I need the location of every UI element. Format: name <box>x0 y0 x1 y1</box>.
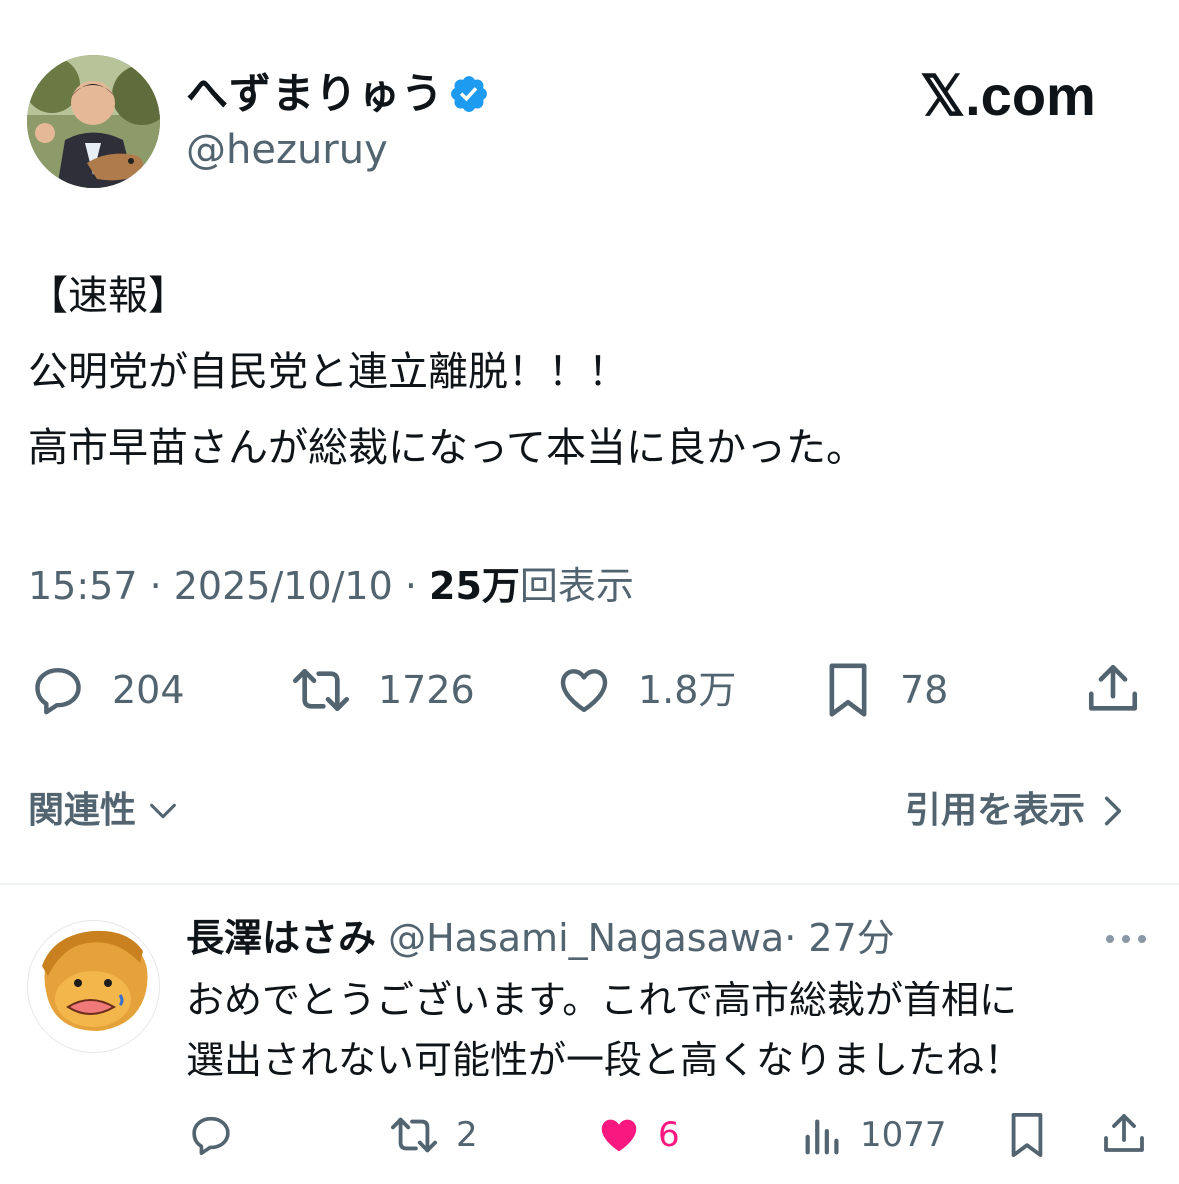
reply-count: 204 <box>112 668 185 712</box>
view-quotes-link[interactable]: 引用を表示 <box>905 785 1127 837</box>
brand-logo: 𝕏.com <box>920 64 1096 127</box>
chevron-right-icon <box>1104 796 1122 826</box>
reply-reply-button[interactable] <box>186 1112 236 1158</box>
tweet-timestamp[interactable]: 15:57 · 2025/10/10 · <box>28 564 429 608</box>
like-button[interactable]: 1.8万 <box>554 662 736 718</box>
reply-views-button[interactable]: 1077 <box>800 1112 947 1158</box>
bookmark-icon <box>829 663 867 717</box>
retweet-icon <box>293 669 349 711</box>
author-display-name[interactable]: へずまりゅう <box>186 66 444 122</box>
heart-filled-icon <box>601 1119 637 1152</box>
reply-handle[interactable]: @Hasami_Nagasawa <box>388 916 784 960</box>
reply-button[interactable]: 204 <box>28 662 185 718</box>
like-count: 1.8万 <box>638 668 737 712</box>
retweet-icon <box>390 1117 437 1153</box>
analytics-icon <box>805 1119 839 1155</box>
bookmark-button[interactable]: 78 <box>820 660 948 720</box>
heart-icon <box>560 669 608 713</box>
reply-text-line: 選出されない可能性が一段と高くなりましたね！ <box>186 1038 1023 1082</box>
reply-like-button[interactable]: 6 <box>594 1112 680 1158</box>
tweet-metadata: 15:57 · 2025/10/10 · 25万回表示 <box>28 560 634 612</box>
reply-text-line: おめでとうございます。これで高市総裁が首相に <box>186 978 1018 1022</box>
reply-header: 長澤はさみ @Hasami_Nagasawa· 27分 <box>186 912 895 964</box>
reply-bookmark-button[interactable] <box>1004 1110 1050 1160</box>
share-button[interactable] <box>1084 660 1142 718</box>
reply-views-count: 1077 <box>860 1115 947 1155</box>
reply-icon <box>192 1116 230 1156</box>
related-label: 関連性 <box>28 790 137 831</box>
reply-like-count: 6 <box>658 1115 680 1155</box>
reply-avatar-image <box>28 921 159 1052</box>
more-options-icon[interactable] <box>1104 932 1148 946</box>
related-dropdown[interactable]: 関連性 <box>28 785 180 837</box>
chevron-down-icon <box>150 803 176 819</box>
reply-icon <box>35 667 81 715</box>
reply-retweet-count: 2 <box>456 1115 478 1155</box>
reply-share-button[interactable] <box>1100 1110 1148 1158</box>
share-icon <box>1104 1114 1144 1152</box>
verified-badge-icon <box>448 73 490 115</box>
author-avatar-image <box>27 55 160 188</box>
bookmark-icon <box>1011 1112 1043 1158</box>
retweet-count: 1726 <box>378 668 475 712</box>
tweet-text-line: 高市早苗さんが総裁になって本当に良かった。 <box>28 425 866 471</box>
reply-display-name[interactable]: 長澤はさみ <box>186 916 376 960</box>
reply-author-avatar[interactable] <box>27 920 160 1053</box>
share-icon <box>1088 664 1138 711</box>
tweet-text-line: 公明党が自民党と連立離脱！！！ <box>28 349 628 395</box>
reply-time[interactable]: · 27分 <box>784 916 895 960</box>
retweet-button[interactable]: 1726 <box>288 662 475 718</box>
author-handle[interactable]: @hezuruy <box>186 124 388 176</box>
author-avatar[interactable] <box>27 55 160 188</box>
views-label: 回表示 <box>519 564 634 608</box>
divider <box>0 883 1179 885</box>
view-quotes-label: 引用を表示 <box>905 790 1086 831</box>
reply-retweet-button[interactable]: 2 <box>386 1112 478 1158</box>
bookmark-count: 78 <box>900 668 949 712</box>
views-count: 25万 <box>429 564 520 608</box>
tweet-text-line: 【速報】 <box>28 273 188 319</box>
